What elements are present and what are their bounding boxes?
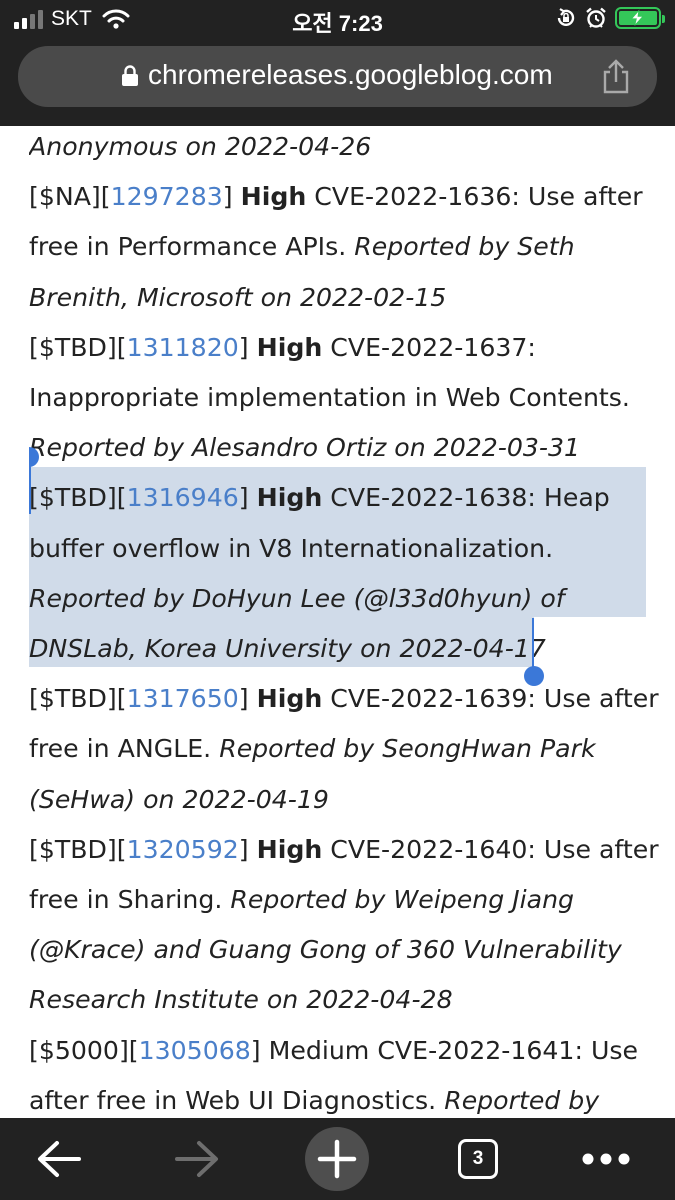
text-line: free in ANGLE. Reported by SeongHwan Par…: [29, 724, 596, 774]
text-line: [$TBD][1317650] High CVE-2022-1639: Use …: [29, 674, 659, 724]
text-segment: (@Krace) and Guang Gong of 360 Vulnerabi…: [29, 935, 622, 965]
text-line: Anonymous on 2022-04-26: [29, 126, 371, 172]
text-segment: Brenith, Microsoft on 2022-02-15: [29, 282, 447, 312]
text-segment: [$TBD][: [29, 834, 127, 864]
text-line: Brenith, Microsoft on 2022-02-15: [29, 273, 446, 323]
text-line: [$TBD][1320592] High CVE-2022-1640: Use …: [29, 825, 659, 875]
bug-link[interactable]: 1297283: [111, 182, 223, 211]
severity-label: High: [256, 483, 323, 513]
text-segment: [$5000][: [29, 1035, 139, 1065]
plus-icon: [317, 1139, 357, 1179]
text-segment: free in ANGLE.: [29, 734, 220, 764]
text-segment: ]: [222, 182, 241, 212]
text-line: Inappropriate implementation in Web Cont…: [29, 373, 630, 423]
text-line: [$TBD][1316946] High CVE-2022-1638: Heap: [29, 473, 610, 523]
status-bar: SKT 오전 7:23: [0, 0, 675, 40]
text-segment: ] Medium CVE-2022-1641: Use: [250, 1035, 639, 1065]
alarm-icon: [586, 7, 606, 28]
back-button[interactable]: [28, 1118, 88, 1200]
text-segment: CVE-2022-1636: Use after: [306, 182, 643, 212]
menu-button[interactable]: [578, 1118, 634, 1200]
text-line: free in Sharing. Reported by Weipeng Jia…: [29, 875, 574, 925]
text-segment: [$TBD][: [29, 483, 127, 513]
text-line: (SeHwa) on 2022-04-19: [29, 775, 329, 825]
lock-icon: [122, 65, 138, 86]
severity-label: High: [256, 684, 323, 714]
text-line: DNSLab, Korea University on 2022-04-17: [29, 624, 546, 674]
browser-top-chrome: SKT 오전 7:23 chromereleases.googleblog.co…: [0, 0, 675, 126]
new-tab-button[interactable]: [305, 1118, 369, 1200]
text-segment: [$TBD][: [29, 684, 127, 714]
text-segment: (SeHwa) on 2022-04-19: [29, 784, 329, 814]
text-line: free in Performance APIs. Reported by Se…: [29, 222, 575, 272]
text-segment: after free in Web UI Diagnostics.: [29, 1085, 445, 1115]
text-line: [$5000][1305068] Medium CVE-2022-1641: U…: [29, 1026, 638, 1076]
text-segment: Anonymous on 2022-04-26: [29, 132, 372, 161]
text-line: buffer overflow in V8 Internationalizati…: [29, 524, 553, 574]
text-line: [$TBD][1311820] High CVE-2022-1637:: [29, 323, 536, 373]
text-segment: Reported by Alesandro Ortiz on 2022-03-3…: [29, 433, 581, 463]
text-segment: ]: [238, 332, 257, 362]
arrow-left-icon: [38, 1141, 81, 1177]
text-line: Research Institute on 2022-04-28: [29, 975, 453, 1025]
text-segment: DNSLab, Korea University on 2022-04-17: [29, 634, 546, 663]
severity-label: High: [256, 332, 323, 362]
text-segment: Research Institute on 2022-04-28: [29, 985, 453, 1015]
bug-link[interactable]: 1311820: [127, 333, 239, 362]
text-segment: Inappropriate implementation in Web Cont…: [29, 383, 630, 412]
more-horizontal-icon: [582, 1153, 630, 1165]
text-segment: CVE-2022-1638: Heap: [322, 483, 610, 513]
text-segment: ]: [238, 834, 257, 864]
text-line: Reported by Alesandro Ortiz on 2022-03-3…: [29, 423, 580, 473]
text-segment: buffer overflow in V8 Internationalizati…: [29, 533, 554, 563]
tab-switcher-button[interactable]: 3: [454, 1118, 502, 1200]
text-segment: CVE-2022-1639: Use after: [322, 684, 659, 714]
forward-button[interactable]: [168, 1118, 228, 1200]
text-segment: [$TBD][: [29, 332, 127, 362]
text-segment: free in Sharing.: [29, 885, 231, 914]
text-segment: CVE-2022-1637:: [322, 332, 536, 362]
browser-bottom-toolbar: 3: [0, 1118, 675, 1200]
article-content: Anonymous on 2022-04-26 [$NA][1297283] Hi…: [29, 126, 659, 1118]
arrow-right-icon: [175, 1141, 218, 1177]
text-segment: ]: [238, 483, 257, 513]
text-segment: Reported by DoHyun Lee (@l33d0hyun) of: [29, 583, 565, 613]
severity-label: High: [240, 182, 307, 212]
text-line: Reported by DoHyun Lee (@l33d0hyun) of: [29, 574, 565, 624]
text-segment: Reported by Weipeng Jiang: [230, 885, 575, 914]
tab-switcher-icon: 3: [458, 1139, 498, 1179]
text-segment: ]: [238, 684, 257, 714]
address-bar[interactable]: chromereleases.googleblog.com: [18, 46, 657, 107]
bug-link[interactable]: 1320592: [127, 835, 239, 864]
status-icons: [555, 7, 665, 29]
text-segment: Reported by: [444, 1085, 600, 1115]
rotation-lock-icon: [557, 8, 575, 27]
text-line: (@Krace) and Guang Gong of 360 Vulnerabi…: [29, 925, 622, 975]
battery-charging-icon: [615, 7, 665, 29]
bug-link[interactable]: 1305068: [139, 1036, 251, 1065]
text-segment: Reported by Seth: [354, 232, 575, 262]
text-line: [$NA][1297283] High CVE-2022-1636: Use a…: [29, 172, 643, 222]
bug-link[interactable]: 1316946: [127, 483, 239, 512]
url-text: chromereleases.googleblog.com: [148, 59, 553, 90]
severity-label: High: [256, 834, 323, 864]
text-segment: free in Performance APIs.: [29, 232, 355, 262]
text-segment: [$NA][: [29, 182, 111, 212]
text-segment: CVE-2022-1640: Use after: [322, 834, 659, 864]
share-icon[interactable]: [601, 58, 631, 94]
text-line: after free in Web UI Diagnostics. Report…: [29, 1076, 599, 1118]
selection-end-knob[interactable]: [524, 666, 544, 686]
text-segment: Reported by SeongHwan Park: [219, 734, 596, 764]
bug-link[interactable]: 1317650: [127, 684, 239, 713]
